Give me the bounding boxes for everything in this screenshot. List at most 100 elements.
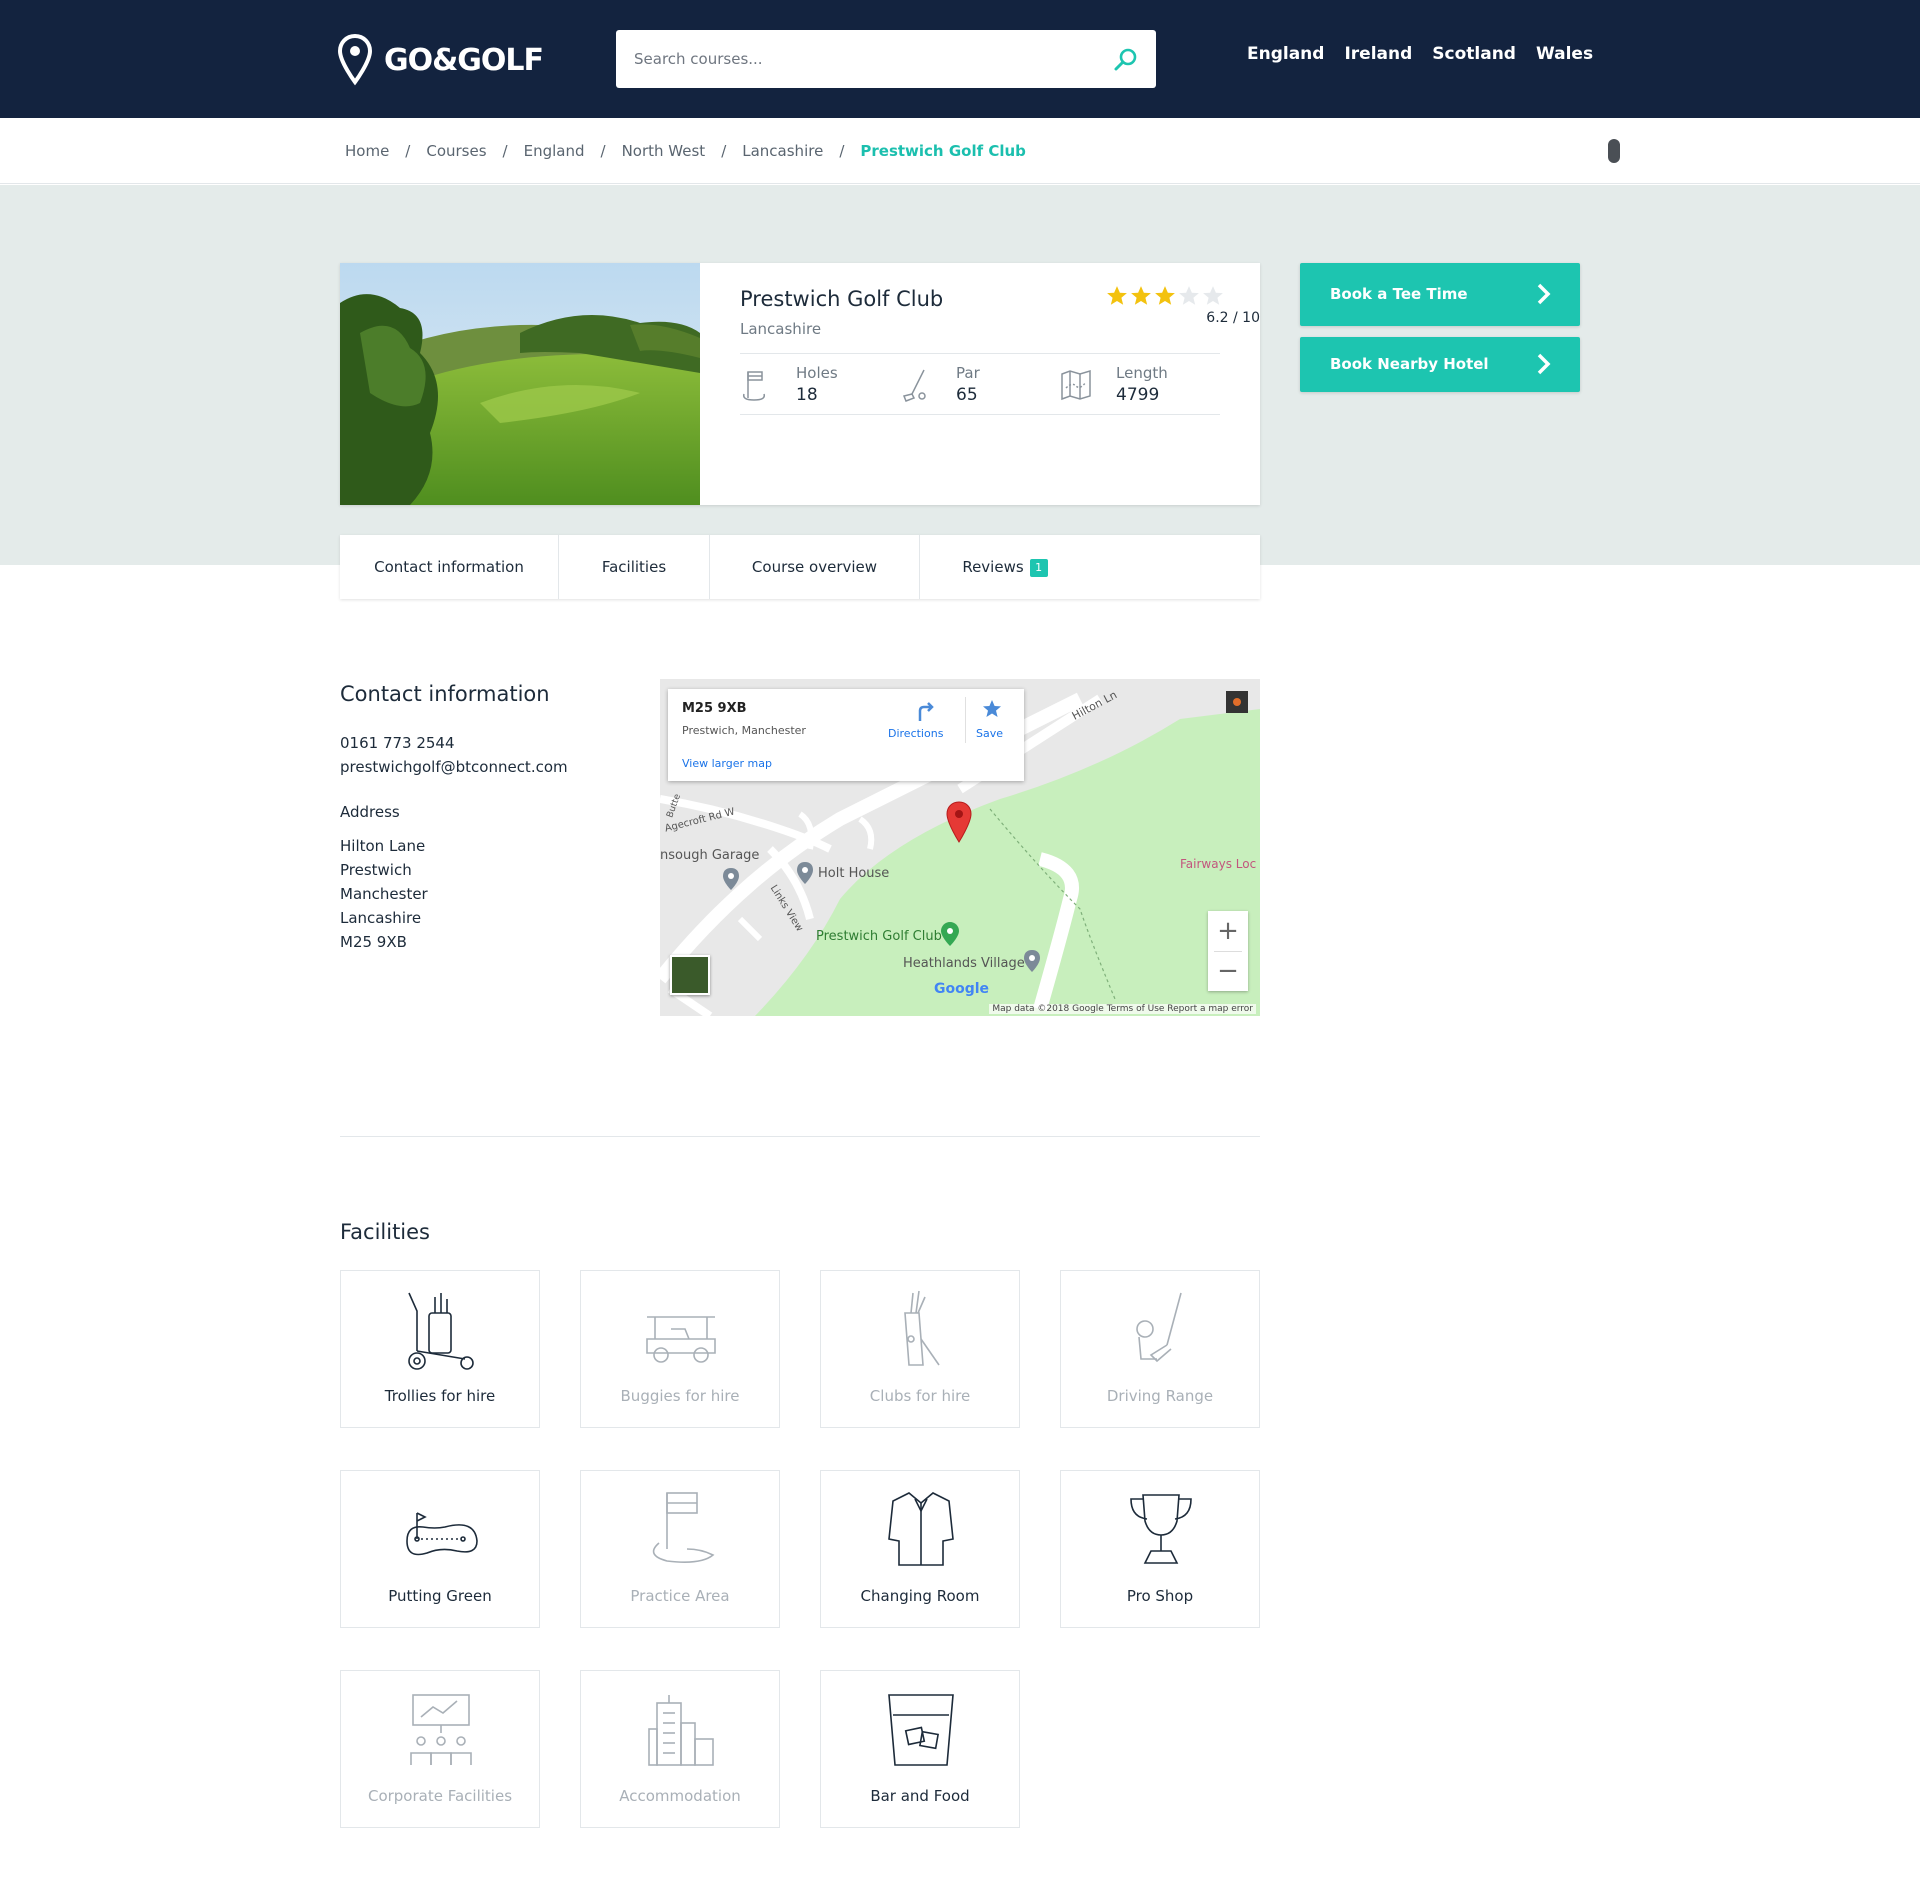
breadcrumb-separator: / [839,142,845,160]
presentation-icon [410,1694,472,1765]
address-heading: Address [340,803,400,821]
map-place-label: Prestwich Golf Club [816,929,942,944]
facility-practice-area: Practice Area [580,1470,780,1628]
breadcrumb-lancashire[interactable]: Lancashire [742,142,823,160]
course-tabs: Contact information Facilities Course ov… [340,535,1260,599]
map-area: Prestwich, Manchester [682,724,806,737]
star-icon[interactable] [982,699,1002,719]
facility-label: Trollies for hire [384,1387,496,1405]
breadcrumb-separator: / [721,142,727,160]
facility-buggies: Buggies for hire [580,1270,780,1428]
contact-phone[interactable]: 0161 773 2544 [340,734,455,752]
facility-driving-range: Driving Range [1060,1270,1260,1428]
star-icon [1179,286,1199,305]
breadcrumb: Home / Courses / England / North West / … [345,142,1026,160]
stat-label: Holes [796,364,838,382]
tab-course-overview[interactable]: Course overview [710,535,920,599]
map-place-label: Heathlands Village [903,956,1025,971]
stat-value: 65 [956,385,978,405]
brand-name: GO&GOLF [384,42,544,78]
facility-label: Pro Shop [1126,1587,1194,1605]
directions-icon[interactable] [916,701,936,723]
facility-corporate: Corporate Facilities [340,1670,540,1828]
facility-trollies: Trollies for hire [340,1270,540,1428]
course-card: Prestwich Golf Club Lancashire 6.2 / 10 … [340,263,1260,505]
search-box [616,30,1156,88]
facility-putting-green: Putting Green [340,1470,540,1628]
facility-label: Putting Green [388,1587,492,1605]
facility-bar-and-food: Bar and Food [820,1670,1020,1828]
breadcrumb-england[interactable]: England [524,142,585,160]
view-larger-map-link[interactable]: View larger map [682,757,772,770]
place-pin-icon[interactable] [1023,949,1041,973]
tab-facilities[interactable]: Facilities [559,535,710,599]
button-label: Book Nearby Hotel [1330,355,1489,373]
stat-value: 4799 [1116,385,1160,405]
nav-england[interactable]: England [1247,44,1324,64]
breadcrumb-home[interactable]: Home [345,142,389,160]
tab-reviews[interactable]: Reviews 1 [920,535,1090,599]
location-map[interactable]: Hilton Ln Butte Agecroft Rd W nsough Gar… [660,679,1260,1016]
breadcrumb-bar: Home / Courses / England / North West / … [0,118,1920,184]
trophy-icon [1130,1494,1192,1564]
place-pin-icon[interactable] [796,861,814,885]
stat-length: Length 4799 [1060,362,1220,408]
brand-logo[interactable]: GO&GOLF [338,34,544,86]
map-marker-icon[interactable] [946,801,972,843]
scroll-indicator[interactable] [1608,139,1620,163]
stat-holes: Holes 18 [740,362,890,408]
star-rating [1106,285,1226,307]
map-attribution[interactable]: Map data ©2018 Google Terms of Use Repor… [989,1004,1256,1014]
contact-heading: Contact information [340,682,550,706]
search-icon[interactable] [1112,46,1140,74]
nav-scotland[interactable]: Scotland [1432,44,1516,64]
breadcrumb-separator: / [405,142,411,160]
directions-link[interactable]: Directions [888,727,943,740]
golf-place-pin-icon[interactable] [940,921,960,947]
trolley-icon [408,1292,474,1370]
zoom-out-button[interactable]: − [1208,951,1248,991]
place-pin-icon[interactable] [722,867,740,891]
facility-label: Changing Room [860,1587,980,1605]
practice-flag-icon [652,1492,715,1563]
breadcrumb-current: Prestwich Golf Club [860,142,1026,160]
breadcrumb-separator: / [600,142,606,160]
buildings-icon [648,1695,714,1766]
driving-range-icon [1136,1292,1182,1363]
facility-pro-shop: Pro Shop [1060,1470,1260,1628]
address-line: Manchester [340,885,428,903]
flag-icon [742,371,766,401]
facilities-heading: Facilities [340,1220,430,1244]
save-link[interactable]: Save [976,727,1003,740]
breadcrumb-courses[interactable]: Courses [426,142,486,160]
book-nearby-hotel-button[interactable]: Book Nearby Hotel [1300,337,1580,392]
rating-score: 6.2 / 10 [1206,310,1260,326]
facility-label: Buggies for hire [620,1387,740,1405]
tab-label: Facilities [601,558,667,576]
chevron-right-icon [1537,283,1551,305]
book-tee-time-button[interactable]: Book a Tee Time [1300,263,1580,326]
tab-contact-information[interactable]: Contact information [340,535,559,599]
location-pin-icon [338,34,372,86]
shirt-icon [888,1492,954,1566]
section-divider [340,1136,1260,1137]
nav-ireland[interactable]: Ireland [1344,44,1412,64]
facility-accommodation: Accommodation [580,1670,780,1828]
zoom-in-button[interactable]: + [1208,911,1248,951]
nav-wales[interactable]: Wales [1536,44,1593,64]
map-place-label: Holt House [818,866,890,881]
golf-club-icon [902,369,926,402]
map-postcode: M25 9XB [682,701,747,716]
search-input[interactable] [634,30,1104,88]
buggy-icon [646,1316,716,1363]
course-stats: Holes 18 Par 65 Length 4799 [740,353,1220,415]
star-icon [1203,286,1223,305]
contact-email[interactable]: prestwichgolf@btconnect.com [340,758,568,776]
star-icon [1155,286,1175,305]
google-logo: Google [934,981,990,997]
stat-par: Par 65 [900,362,1050,408]
map-place-label: nsough Garage [660,848,760,863]
satellite-toggle[interactable] [670,955,710,995]
site-header: GO&GOLF England Ireland Scotland Wales [0,0,1920,118]
breadcrumb-north-west[interactable]: North West [622,142,706,160]
